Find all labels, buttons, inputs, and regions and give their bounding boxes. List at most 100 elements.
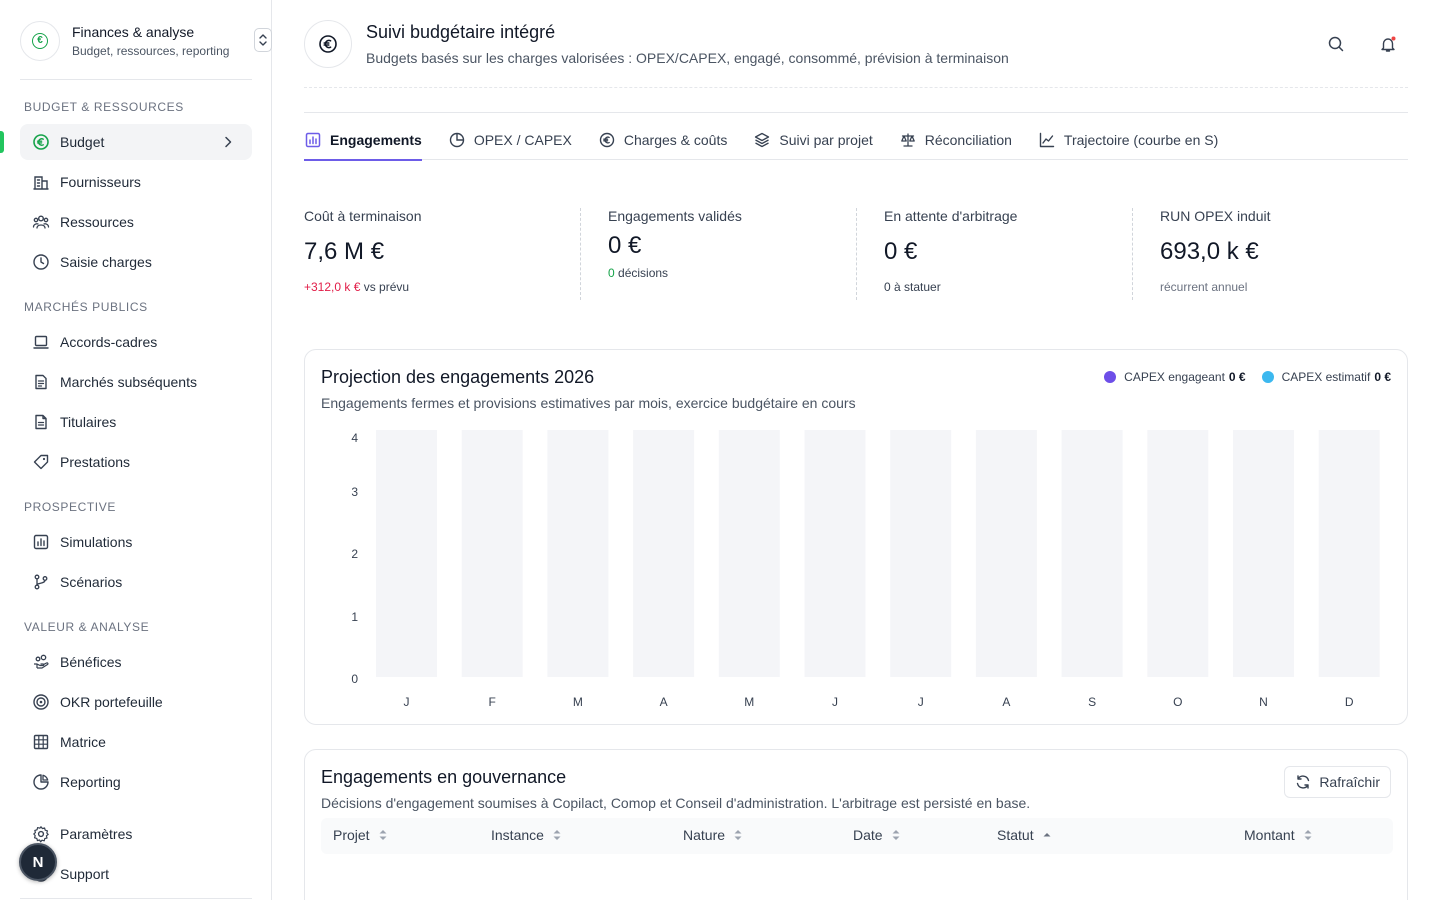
bar-background: [547, 430, 609, 677]
bell-icon: [1381, 36, 1396, 52]
tab-label: Charges & coûts: [623, 132, 728, 148]
kpi-cout-terminaison: Coût à terminaison 7,6 M € +312,0 k € vs…: [304, 208, 422, 300]
column-label: Instance: [491, 827, 544, 843]
tab-label: Suivi par projet: [779, 132, 873, 148]
tab-charges-couts[interactable]: Charges & coûts: [598, 120, 728, 160]
card-title: Engagements en gouvernance: [321, 767, 567, 787]
line-chart-icon: [1038, 131, 1056, 149]
sidebar-item-scenarios[interactable]: Scénarios: [20, 564, 252, 600]
euro-icon: €: [32, 33, 48, 49]
kpi-note-text: décisions: [614, 266, 669, 280]
refresh-button[interactable]: Rafraîchir: [1284, 766, 1391, 798]
kpi-note: récurrent annuel: [1160, 280, 1270, 294]
column-date[interactable]: Date: [853, 827, 901, 843]
user-avatar[interactable]: N: [19, 843, 57, 881]
kpi-run-opex: RUN OPEX induit 693,0 k € récurrent annu…: [1160, 208, 1270, 300]
notifications-button[interactable]: [1376, 32, 1400, 56]
page-title: Suivi budgétaire intégré: [366, 22, 556, 42]
sidebar-item-fournisseurs[interactable]: Fournisseurs: [20, 164, 252, 200]
y-tick-label: 4: [351, 431, 358, 445]
sidebar-item-label: Saisie charges: [60, 254, 152, 270]
sort-icon: [552, 828, 562, 842]
layers-icon: [753, 131, 771, 149]
tab-label: Réconciliation: [924, 132, 1012, 148]
sidebar-item-ressources[interactable]: Ressources: [20, 204, 252, 240]
sidebar-item-matrice[interactable]: Matrice: [20, 724, 252, 760]
sidebar-item-simulations[interactable]: Simulations: [20, 524, 252, 560]
bar-background: [633, 430, 695, 677]
kpi-value: 0 €: [884, 238, 918, 265]
hand-coins-icon: [32, 653, 50, 671]
tab-label: Engagements: [330, 132, 422, 148]
bar-background: [804, 430, 866, 677]
tab-bar: Engagements OPEX / CAPEX Charges & coûts…: [304, 120, 1408, 161]
x-tick-label: F: [489, 695, 496, 709]
x-tick-label: M: [744, 695, 754, 709]
sidebar-item-benefices[interactable]: Bénéfices: [20, 644, 252, 680]
sidebar-item-label: Prestations: [60, 454, 131, 470]
chevron-up-down-icon[interactable]: [254, 28, 272, 52]
sidebar-item-marches-subsequents[interactable]: Marchés subséquents: [20, 364, 252, 400]
euro-icon: [304, 20, 352, 68]
governance-card: Engagements en gouvernance Décisions d'e…: [304, 749, 1408, 900]
sidebar-item-label: OKR portefeuille: [60, 694, 163, 710]
target-icon: [32, 693, 50, 711]
sidebar-item-label: Accords-cadres: [60, 334, 158, 350]
kpi-value: 693,0 k €: [1160, 238, 1259, 265]
section-marches-publics: MARCHÉS PUBLICS: [24, 300, 148, 314]
x-tick-label: S: [1088, 695, 1096, 709]
tab-opex-capex[interactable]: OPEX / CAPEX: [448, 120, 572, 160]
y-tick-label: 2: [351, 547, 358, 561]
sidebar-item-prestations[interactable]: Prestations: [20, 444, 252, 480]
column-montant[interactable]: Montant: [1244, 827, 1313, 843]
sidebar-item-parametres[interactable]: Paramètres: [20, 816, 252, 852]
bar-background: [461, 430, 523, 677]
page-subtitle: Budgets basés sur les charges valorisées…: [366, 50, 1009, 66]
refresh-label: Rafraîchir: [1319, 774, 1380, 790]
kpi-note-text: récurrent annuel: [1160, 280, 1248, 294]
tab-label: Trajectoire (courbe en S): [1063, 132, 1219, 148]
sidebar-item-budget[interactable]: Budget: [20, 124, 252, 160]
bar-chart-icon: [32, 533, 50, 551]
section-valeur-analyse: VALEUR & ANALYSE: [24, 620, 150, 634]
x-tick-label: A: [660, 695, 668, 709]
sidebar-item-label: Marchés subséquents: [60, 374, 197, 390]
x-tick-label: D: [1345, 695, 1354, 709]
section-budget-ressources: BUDGET & RESSOURCES: [24, 100, 184, 114]
y-tick-label: 3: [351, 485, 358, 499]
x-tick-label: J: [404, 695, 410, 709]
x-tick-label: N: [1259, 695, 1268, 709]
bar-chart-icon: [304, 131, 322, 149]
sidebar-item-reporting[interactable]: Reporting: [20, 764, 252, 800]
sidebar-item-saisie-charges[interactable]: Saisie charges: [20, 244, 252, 280]
column-label: Date: [853, 827, 883, 843]
sidebar-item-okr-portefeuille[interactable]: OKR portefeuille: [20, 684, 252, 720]
bar-background: [1318, 430, 1380, 677]
column-projet[interactable]: Projet: [333, 827, 388, 843]
sidebar-item-titulaires[interactable]: Titulaires: [20, 404, 252, 440]
workspace-switcher[interactable]: € Finances & analyse Budget, ressources,…: [20, 20, 272, 62]
column-instance[interactable]: Instance: [491, 827, 562, 843]
pie-chart-icon: [32, 773, 50, 791]
sidebar-item-accords-cadres[interactable]: Accords-cadres: [20, 324, 252, 360]
column-nature[interactable]: Nature: [683, 827, 743, 843]
sidebar-item-label: Reporting: [60, 774, 121, 790]
sort-icon: [891, 828, 901, 842]
tab-reconciliation[interactable]: Réconciliation: [899, 120, 1012, 160]
laptop-icon: [32, 333, 50, 351]
x-tick-label: J: [918, 695, 924, 709]
kpi-note: +312,0 k € vs prévu: [304, 280, 422, 294]
bar-background: [890, 430, 952, 677]
sidebar: € Finances & analyse Budget, ressources,…: [0, 0, 272, 900]
sidebar-item-label: Fournisseurs: [60, 174, 141, 190]
active-indicator: [0, 131, 4, 153]
search-button[interactable]: [1324, 32, 1348, 56]
column-statut[interactable]: Statut: [997, 827, 1052, 843]
tab-suivi-par-projet[interactable]: Suivi par projet: [753, 120, 873, 160]
grid-icon: [32, 733, 50, 751]
tab-trajectoire[interactable]: Trajectoire (courbe en S): [1038, 120, 1218, 160]
section-prospective: PROSPECTIVE: [24, 500, 116, 514]
tab-engagements[interactable]: Engagements: [304, 120, 422, 161]
kpi-note-text: 0 à statuer: [884, 280, 941, 294]
y-tick-label: 0: [351, 672, 358, 686]
